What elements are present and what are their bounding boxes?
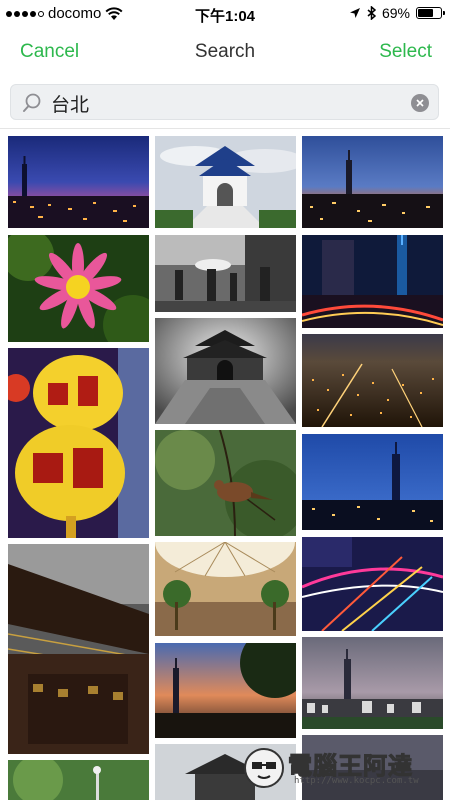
photo-memorial-gate-dramatic[interactable]	[155, 318, 296, 424]
search-bar[interactable]	[10, 84, 439, 120]
photo-pink-water-lily[interactable]	[8, 235, 149, 342]
photo-interchange-light-trails[interactable]	[302, 537, 443, 631]
photo-mall-glass-dome[interactable]	[155, 542, 296, 636]
battery-icon	[416, 7, 445, 19]
photo-bird-on-branch[interactable]	[155, 430, 296, 536]
location-arrow-icon	[349, 8, 360, 18]
bluetooth-icon	[367, 6, 376, 20]
photo-taipei101-sunset[interactable]	[155, 643, 296, 738]
battery-level	[418, 9, 434, 17]
photo-taipei101-blue-hour[interactable]	[302, 434, 443, 530]
search-input[interactable]	[51, 89, 411, 117]
navigation-bar: Cancel Search Select	[0, 28, 450, 78]
photo-chiang-kai-shek-memorial[interactable]	[155, 136, 296, 228]
clear-search-icon[interactable]	[411, 94, 429, 112]
status-bar-right: 69%	[349, 5, 445, 21]
photo-taipei-night-skyline[interactable]	[8, 136, 149, 228]
status-bar: docomo 下午1:04 69%	[0, 0, 450, 28]
search-icon	[23, 93, 41, 112]
photo-taipei101-dusk[interactable]	[302, 136, 443, 228]
photo-green-lamp[interactable]	[8, 760, 149, 800]
photo-yellow-lanterns[interactable]	[8, 348, 149, 538]
watermark: 電腦王阿達 http://www.kocpc.com.tw	[244, 746, 444, 792]
select-button[interactable]: Select	[379, 41, 432, 63]
watermark-url: http://www.kocpc.com.tw	[294, 776, 419, 786]
photo-city-light-trails[interactable]	[302, 235, 443, 328]
mascot-face-icon	[244, 748, 284, 788]
divider	[0, 128, 450, 129]
photo-temple-eaves[interactable]	[8, 544, 149, 754]
photo-taipei-panorama[interactable]	[302, 637, 443, 729]
battery-percent: 69%	[381, 5, 410, 21]
photo-street-umbrellas-bw[interactable]	[155, 235, 296, 312]
photo-taipei-aerial-night[interactable]	[302, 334, 443, 427]
